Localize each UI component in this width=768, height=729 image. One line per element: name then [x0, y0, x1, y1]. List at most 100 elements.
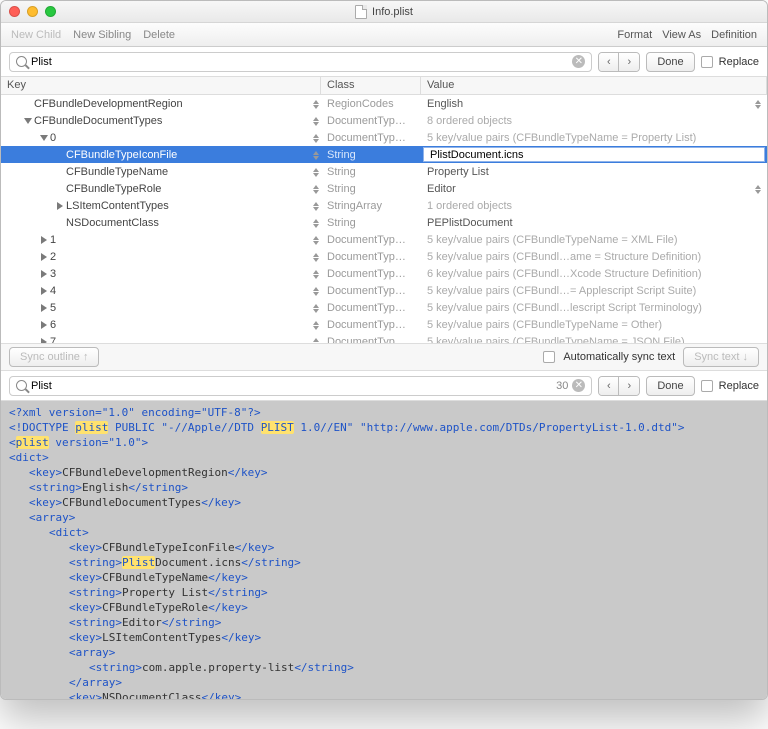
outline-search-input[interactable]	[31, 56, 568, 68]
row-value[interactable]: PlistDocument.icns	[423, 147, 765, 162]
new-sibling-button[interactable]: New Sibling	[73, 29, 131, 41]
format-button[interactable]: Format	[617, 29, 652, 41]
text-replace-checkbox[interactable]	[701, 380, 713, 392]
close-icon[interactable]	[9, 6, 20, 17]
window-title: Info.plist	[355, 5, 413, 19]
text-done-button[interactable]: Done	[646, 376, 694, 396]
outline-replace-checkbox[interactable]	[701, 56, 713, 68]
class-stepper[interactable]	[313, 304, 319, 313]
class-stepper[interactable]	[313, 287, 319, 296]
sync-outline-button[interactable]: Sync outline ↑	[9, 347, 99, 367]
value-stepper[interactable]	[755, 100, 761, 109]
outline-row[interactable]: 1DocumentTyp…5 key/value pairs (CFBundle…	[1, 231, 767, 248]
outline-row[interactable]: 7DocumentTyp…5 key/value pairs (CFBundle…	[1, 333, 767, 343]
col-value[interactable]: Value	[421, 77, 767, 94]
disclosure-triangle-icon[interactable]	[41, 304, 47, 312]
outline-done-button[interactable]: Done	[646, 52, 694, 72]
row-class: DocumentTyp…	[321, 302, 421, 314]
class-stepper[interactable]	[313, 270, 319, 279]
row-value: Editor	[421, 183, 767, 195]
new-child-button[interactable]: New Child	[11, 29, 61, 41]
class-stepper[interactable]	[313, 117, 319, 126]
row-value: 5 key/value pairs (CFBundleTypeName = Ot…	[421, 319, 767, 331]
outline-row[interactable]: CFBundleDevelopmentRegionRegionCodesEngl…	[1, 95, 767, 112]
text-search-input[interactable]	[31, 380, 552, 392]
outline-row[interactable]: 6DocumentTyp…5 key/value pairs (CFBundle…	[1, 316, 767, 333]
row-class: DocumentTyp…	[321, 285, 421, 297]
next-match-button[interactable]: ›	[619, 377, 639, 395]
disclosure-triangle-icon[interactable]	[41, 321, 47, 329]
disclosure-triangle-icon[interactable]	[41, 287, 47, 295]
outline-row[interactable]: 4DocumentTyp…5 key/value pairs (CFBundl……	[1, 282, 767, 299]
minimize-icon[interactable]	[27, 6, 38, 17]
class-stepper[interactable]	[313, 134, 319, 143]
next-match-button[interactable]: ›	[619, 53, 639, 71]
disclosure-triangle-icon[interactable]	[41, 270, 47, 278]
code-line: <!DOCTYPE plist PUBLIC "-//Apple//DTD PL…	[9, 420, 759, 435]
clear-search-icon[interactable]: ✕	[572, 379, 585, 392]
row-key: 7	[50, 336, 56, 344]
col-key[interactable]: Key	[1, 77, 321, 94]
delete-button[interactable]: Delete	[143, 29, 175, 41]
outline-row[interactable]: CFBundleTypeNameStringProperty List	[1, 163, 767, 180]
code-line: <array>	[9, 645, 759, 660]
row-value: 5 key/value pairs (CFBundl…lescript Scri…	[421, 302, 767, 314]
row-value: 5 key/value pairs (CFBundl…ame = Structu…	[421, 251, 767, 263]
text-nav-stepper[interactable]: ‹ ›	[598, 376, 640, 396]
row-value: Property List	[421, 166, 767, 178]
disclosure-triangle-icon[interactable]	[41, 253, 47, 261]
class-stepper[interactable]	[313, 151, 319, 160]
text-replace-label: Replace	[719, 380, 759, 392]
disclosure-triangle-icon[interactable]	[24, 118, 32, 124]
row-value: PEPlistDocument	[421, 217, 767, 229]
col-class[interactable]: Class	[321, 77, 421, 94]
class-stepper[interactable]	[313, 321, 319, 330]
outline-row[interactable]: NSDocumentClassStringPEPlistDocument	[1, 214, 767, 231]
code-line: <array>	[9, 510, 759, 525]
row-value: 5 key/value pairs (CFBundleTypeName = JS…	[421, 336, 767, 344]
definition-button[interactable]: Definition	[711, 29, 757, 41]
row-key: 2	[50, 251, 56, 263]
outline-view[interactable]: CFBundleDevelopmentRegionRegionCodesEngl…	[1, 95, 767, 343]
text-view[interactable]: <?xml version="1.0" encoding="UTF-8"?><!…	[1, 401, 767, 699]
disclosure-triangle-icon[interactable]	[41, 236, 47, 244]
outline-row[interactable]: LSItemContentTypesStringArray1 ordered o…	[1, 197, 767, 214]
clear-search-icon[interactable]: ✕	[572, 55, 585, 68]
outline-row[interactable]: CFBundleDocumentTypesDocumentTyp…8 order…	[1, 112, 767, 129]
outline-nav-stepper[interactable]: ‹ ›	[598, 52, 640, 72]
disclosure-triangle-icon[interactable]	[57, 202, 63, 210]
row-value: 5 key/value pairs (CFBundleTypeName = XM…	[421, 234, 767, 246]
class-stepper[interactable]	[313, 202, 319, 211]
document-icon	[355, 5, 367, 19]
row-value: 5 key/value pairs (CFBundleTypeName = Pr…	[421, 132, 767, 144]
row-class: String	[321, 217, 421, 229]
auto-sync-checkbox[interactable]	[543, 351, 555, 363]
outline-search-field[interactable]: ✕	[9, 52, 592, 72]
zoom-icon[interactable]	[45, 6, 56, 17]
prev-match-button[interactable]: ‹	[599, 53, 619, 71]
outline-row[interactable]: 3DocumentTyp…6 key/value pairs (CFBundl……	[1, 265, 767, 282]
disclosure-triangle-icon[interactable]	[41, 338, 47, 344]
outline-row[interactable]: CFBundleTypeRoleStringEditor	[1, 180, 767, 197]
outline-row[interactable]: 2DocumentTyp…5 key/value pairs (CFBundl……	[1, 248, 767, 265]
outline-row[interactable]: CFBundleTypeIconFileStringPlistDocument.…	[1, 146, 767, 163]
view-as-button[interactable]: View As	[662, 29, 701, 41]
class-stepper[interactable]	[313, 236, 319, 245]
text-search-field[interactable]: 30 ✕	[9, 376, 592, 396]
outline-row[interactable]: 0DocumentTyp…5 key/value pairs (CFBundle…	[1, 129, 767, 146]
sync-text-button[interactable]: Sync text ↓	[683, 347, 759, 367]
prev-match-button[interactable]: ‹	[599, 377, 619, 395]
outline-row[interactable]: 5DocumentTyp…5 key/value pairs (CFBundl……	[1, 299, 767, 316]
class-stepper[interactable]	[313, 100, 319, 109]
class-stepper[interactable]	[313, 185, 319, 194]
outline-search-bar: ✕ ‹ › Done Replace	[1, 47, 767, 77]
class-stepper[interactable]	[313, 338, 319, 344]
row-key: CFBundleDocumentTypes	[34, 115, 162, 127]
value-stepper[interactable]	[755, 185, 761, 194]
disclosure-triangle-icon[interactable]	[40, 135, 48, 141]
class-stepper[interactable]	[313, 253, 319, 262]
class-stepper[interactable]	[313, 219, 319, 228]
row-class: RegionCodes	[321, 98, 421, 110]
class-stepper[interactable]	[313, 168, 319, 177]
window-title-text: Info.plist	[372, 6, 413, 18]
